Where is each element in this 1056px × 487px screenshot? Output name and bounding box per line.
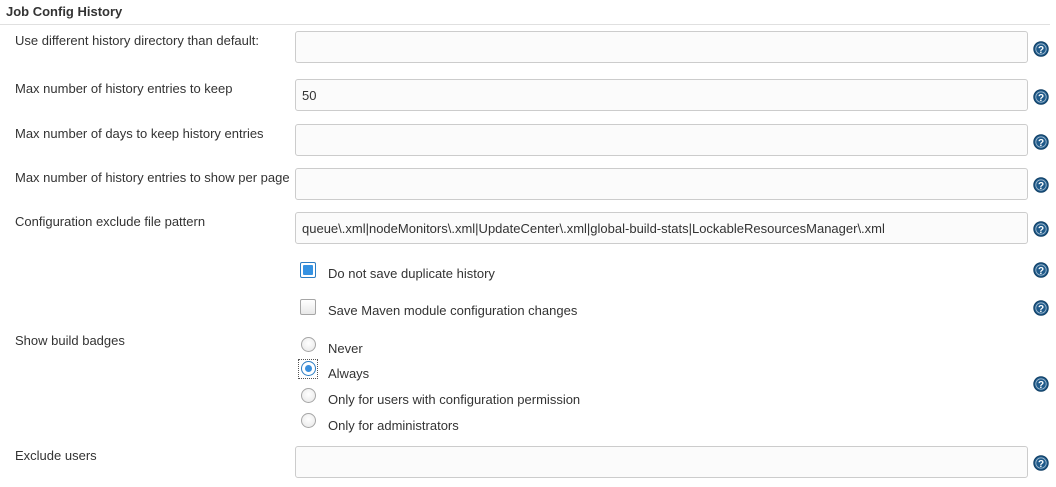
- svg-text:?: ?: [1038, 45, 1044, 56]
- exclude-users-label: Exclude users: [15, 448, 97, 463]
- radio-always[interactable]: [301, 361, 316, 376]
- max-per-page-input[interactable]: [295, 168, 1028, 200]
- help-icon[interactable]: ?: [1033, 41, 1049, 57]
- help-icon[interactable]: ?: [1033, 221, 1049, 237]
- help-icon[interactable]: ?: [1033, 134, 1049, 150]
- radio-never-label: Never: [328, 341, 363, 356]
- max-per-page-label: Max number of history entries to show pe…: [15, 170, 290, 185]
- radio-config-permission[interactable]: [301, 388, 316, 403]
- no-duplicates-checkbox[interactable]: [300, 262, 316, 278]
- max-days-input[interactable]: [295, 124, 1028, 156]
- build-badges-label: Show build badges: [15, 333, 125, 348]
- history-dir-input[interactable]: [295, 31, 1028, 63]
- svg-text:?: ?: [1038, 380, 1044, 391]
- svg-text:?: ?: [1038, 304, 1044, 315]
- help-icon[interactable]: ?: [1033, 89, 1049, 105]
- radio-never[interactable]: [301, 337, 316, 352]
- svg-text:?: ?: [1038, 266, 1044, 277]
- section-header: Job Config History: [0, 0, 1050, 25]
- help-icon[interactable]: ?: [1033, 177, 1049, 193]
- radio-admins-label: Only for administrators: [328, 418, 459, 433]
- radio-config-permission-label: Only for users with configuration permis…: [328, 392, 581, 407]
- svg-text:?: ?: [1038, 93, 1044, 104]
- exclude-pattern-label: Configuration exclude file pattern: [15, 214, 206, 229]
- radio-always-label: Always: [328, 366, 370, 381]
- svg-text:?: ?: [1038, 225, 1044, 236]
- max-entries-label: Max number of history entries to keep: [15, 81, 233, 96]
- help-icon[interactable]: ?: [1033, 262, 1049, 278]
- help-icon[interactable]: ?: [1033, 300, 1049, 316]
- max-entries-input[interactable]: [295, 79, 1028, 111]
- help-icon[interactable]: ?: [1033, 376, 1049, 392]
- no-duplicates-label: Do not save duplicate history: [328, 266, 495, 281]
- help-icon[interactable]: ?: [1033, 455, 1049, 471]
- max-days-label: Max number of days to keep history entri…: [15, 126, 264, 141]
- exclude-users-input[interactable]: [295, 446, 1028, 478]
- section-title: Job Config History: [6, 4, 123, 19]
- exclude-pattern-input[interactable]: [295, 212, 1028, 244]
- maven-module-checkbox[interactable]: [300, 299, 316, 315]
- history-dir-label: Use different history directory than def…: [15, 33, 259, 48]
- svg-text:?: ?: [1038, 459, 1044, 470]
- radio-admins[interactable]: [301, 413, 316, 428]
- svg-text:?: ?: [1038, 181, 1044, 192]
- maven-module-label: Save Maven module configuration changes: [328, 303, 578, 318]
- svg-text:?: ?: [1038, 138, 1044, 149]
